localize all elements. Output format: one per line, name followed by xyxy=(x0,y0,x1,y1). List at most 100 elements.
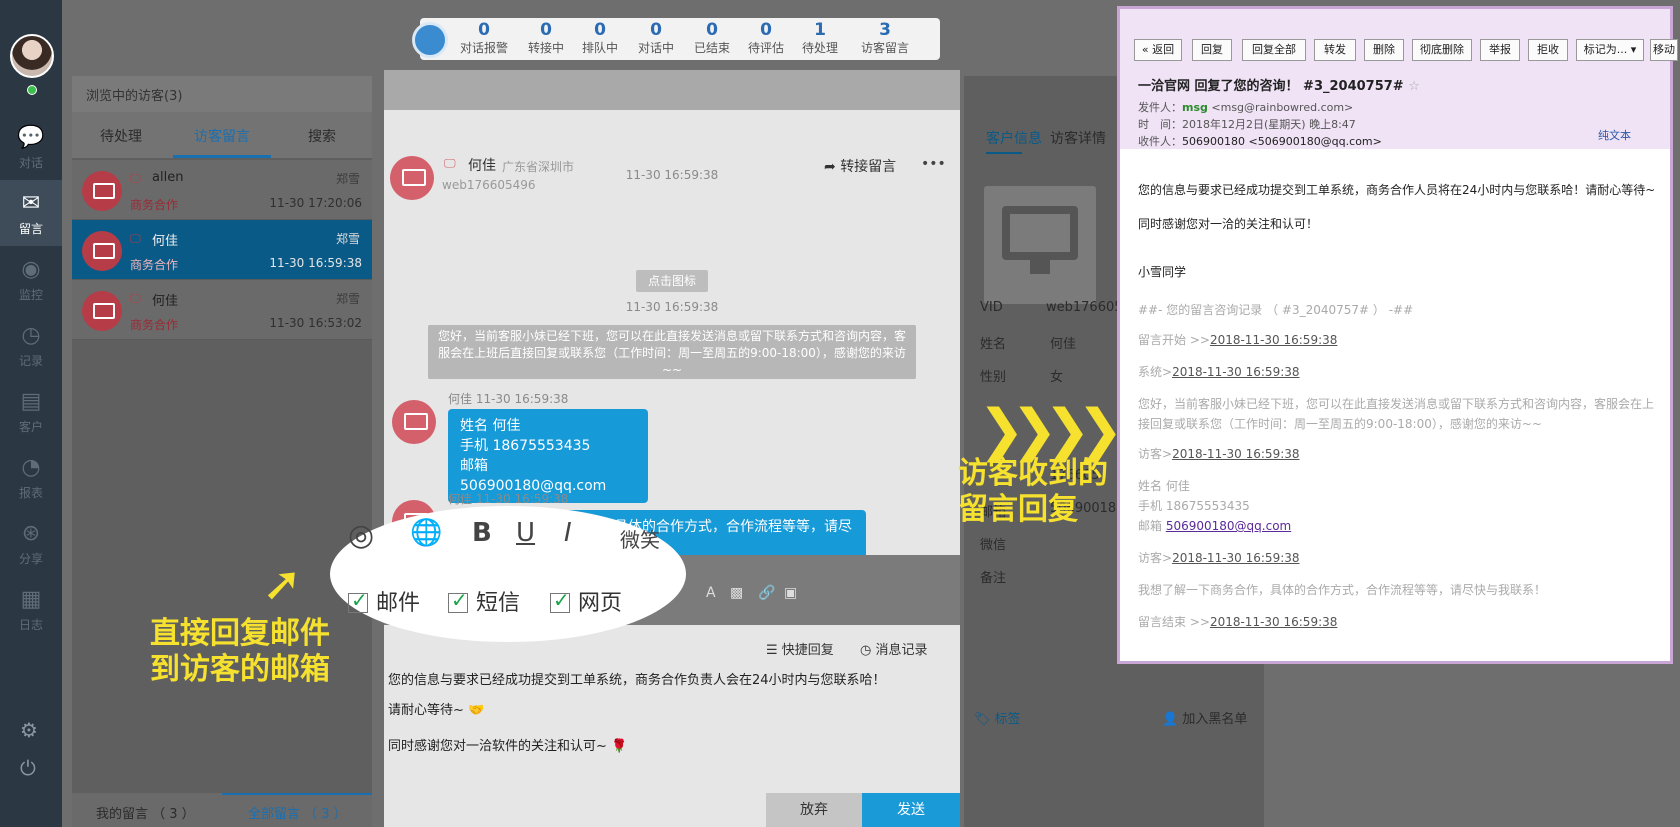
visitor-list-header: 浏览中的访客(3) xyxy=(72,76,372,112)
back-button[interactable]: « 返回 xyxy=(1134,39,1182,61)
stat-queued[interactable]: 0 排队中 xyxy=(572,20,628,56)
rose-icon: 🌹 xyxy=(611,739,628,754)
option-web-checkbox[interactable]: 网页 xyxy=(550,585,622,617)
stat-to-evaluate[interactable]: 0 待评估 xyxy=(738,20,794,56)
status-summary-bar: 0 对话报警 0 转接中 0 排队中 0 对话中 0 已结束 0 待评估 1 待处理 3 访客留… xyxy=(412,18,940,60)
monitor-icon: 🖵 xyxy=(130,172,141,185)
star-icon[interactable]: ☆ xyxy=(1408,79,1420,94)
email-body-line: 同时感谢您对一洽的关注和认可！ xyxy=(1138,217,1319,231)
record-visitor: 访客>2018-11-30 16:59:38 xyxy=(1138,447,1300,461)
record-email-link[interactable]: 506900180@qq.com xyxy=(1166,519,1291,533)
nav-item-reports[interactable]: ◔ 报表 xyxy=(0,444,62,510)
visitor-list-panel: 浏览中的访客(3) 待处理 访客留言 搜索 🖵 allen 郑雪 商务合作 11… xyxy=(72,76,372,826)
stat-in-chat[interactable]: 0 对话中 xyxy=(628,20,684,56)
globe-icon[interactable]: 🌐 xyxy=(410,518,442,548)
visitor-row[interactable]: 🖵 allen 郑雪 商务合作 11-30 17:20:06 xyxy=(72,160,372,220)
image-icon[interactable]: ▣ xyxy=(784,585,797,601)
nav-item-messages[interactable]: ✉ 留言 xyxy=(0,180,62,246)
visitor-row-selected[interactable]: 🖵 何佳 郑雪 商务合作 11-30 16:59:38 xyxy=(72,220,372,280)
option-email-checkbox[interactable]: 邮件 xyxy=(348,585,420,617)
permanent-delete-button[interactable]: 彻底删除 xyxy=(1412,39,1472,61)
chat-timestamp: 11-30 16:59:38 xyxy=(625,168,719,182)
visitor-row[interactable]: 🖵 何佳 郑雪 商务合作 11-30 16:53:02 xyxy=(72,280,372,340)
record-system-msg: 您好，当前客服小妹已经下班，您可以在此直接发送消息或留下联系方式和咨询内容，客服… xyxy=(1138,397,1655,411)
tab-visitor-detail[interactable]: 访客详情 xyxy=(1050,128,1106,148)
stat-ended[interactable]: 0 已结束 xyxy=(684,20,740,56)
email-to: 收件人：506900180 <506900180@qq.com> xyxy=(1138,135,1382,148)
reject-button[interactable]: 拒收 xyxy=(1528,39,1568,61)
reply-compose-area[interactable]: ☰ 快捷回复 ◷ 消息记录 您的信息与要求已经成功提交到工单系统，商务合作负责人… xyxy=(384,625,960,810)
compose-line: 同时感谢您对一洽软件的关注和认可~ 🌹 xyxy=(388,739,628,754)
send-button[interactable]: 发送 xyxy=(862,793,960,827)
visitor-avatar-icon xyxy=(82,231,122,271)
visitor-message-contact: 姓名 何佳 手机 18675553435 邮箱 506900180@qq.com xyxy=(448,409,648,503)
tag-button[interactable]: 🏷 标签 xyxy=(974,708,1021,727)
pie-chart-icon: ◔ xyxy=(21,455,41,480)
power-icon[interactable]: ⏻ xyxy=(20,756,36,780)
my-messages-tab[interactable]: 我的留言 （ 3 ） xyxy=(96,803,195,822)
visitor-tabs: 待处理 访客留言 搜索 xyxy=(72,112,372,158)
tab-visitor-messages[interactable]: 访客留言 xyxy=(194,126,250,146)
clipboard-icon: ▦ xyxy=(20,587,42,612)
report-button[interactable]: 举报 xyxy=(1480,39,1520,61)
delete-button[interactable]: 删除 xyxy=(1364,39,1404,61)
click-icon-system-tag[interactable]: 点击图标 xyxy=(636,270,708,292)
tab-pending[interactable]: 待处理 xyxy=(100,126,142,146)
move-button[interactable]: 移动 xyxy=(1650,39,1678,61)
checkbox-checked-icon xyxy=(348,588,368,613)
plain-text-link[interactable]: 纯文本 xyxy=(1598,127,1631,143)
stat-visitor-messages[interactable]: 3 访客留言 xyxy=(850,20,920,56)
tab-customer-info[interactable]: 客户信息 xyxy=(986,128,1042,148)
user-avatar[interactable] xyxy=(10,34,54,78)
visitor-avatar-icon xyxy=(82,291,122,331)
settings-gear-icon[interactable]: ⚙ xyxy=(20,718,38,742)
nav-item-customers[interactable]: ▤ 客户 xyxy=(0,378,62,444)
message-meta: 何佳 11-30 16:59:38 xyxy=(448,392,569,406)
give-up-button[interactable]: 放弃 xyxy=(766,793,862,827)
quick-reply-button[interactable]: ☰ 快捷回复 xyxy=(766,639,834,658)
reply-button[interactable]: 回复 xyxy=(1192,39,1232,61)
record-system-msg: 接回复或联系您（工作时间：周一至周五的9:00-18:00），感谢您的来访~~ xyxy=(1138,417,1542,431)
message-meta: 何佳 11-30 16:59:38 xyxy=(448,492,569,506)
system-away-message: 您好，当前客服小妹已经下班，您可以在此直接发送消息或留下联系方式和咨询内容，客服… xyxy=(428,325,916,379)
option-sms-checkbox[interactable]: 短信 xyxy=(448,585,520,617)
visitor-avatar-icon xyxy=(82,171,122,211)
record-email: 邮箱 506900180@qq.com xyxy=(1138,519,1292,533)
email-body-line: 您的信息与要求已经成功提交到工单系统，商务合作人员将在24小时内与您联系哈！请耐… xyxy=(1138,183,1656,197)
checkbox-checked-icon xyxy=(448,588,468,613)
stat-pending[interactable]: 1 待处理 xyxy=(792,20,848,56)
stat-alerts[interactable]: 0 对话报警 xyxy=(456,20,512,56)
bold-icon[interactable]: B xyxy=(472,518,492,548)
pattern-icon[interactable]: ▩ xyxy=(730,585,743,601)
nav-item-chat[interactable]: 💬 对话 xyxy=(0,114,62,180)
tab-search[interactable]: 搜索 xyxy=(308,126,336,146)
nav-item-share[interactable]: ⊛ 分享 xyxy=(0,510,62,576)
italic-icon[interactable]: I xyxy=(564,518,572,548)
font-color-icon[interactable]: A xyxy=(706,585,716,601)
record-phone: 手机 18675553435 xyxy=(1138,499,1250,513)
reply-all-button[interactable]: 回复全部 xyxy=(1242,39,1306,61)
emoji-icon[interactable]: ◎ xyxy=(348,518,374,553)
add-blacklist-button[interactable]: 👤 加入黑名单 xyxy=(1162,708,1247,727)
forward-button[interactable]: 转发 xyxy=(1314,39,1356,61)
nav-item-records[interactable]: ◷ 记录 xyxy=(0,312,62,378)
gender-value[interactable]: 女 xyxy=(1050,366,1063,385)
curved-arrow-icon: ➚ xyxy=(262,556,303,612)
link-icon[interactable]: 🔗 xyxy=(758,585,775,601)
active-tab-indicator xyxy=(173,155,271,158)
monitor-icon xyxy=(1002,206,1078,260)
mark-as-dropdown[interactable]: 标记为... ▾ xyxy=(1576,39,1644,61)
chat-top-bar xyxy=(384,70,960,110)
stat-transferring[interactable]: 0 转接中 xyxy=(518,20,574,56)
name-value[interactable]: 何佳 xyxy=(1050,333,1076,352)
chat-timestamp: 11-30 16:59:38 xyxy=(625,300,719,314)
record-end: 留言结束 >>2018-11-30 16:59:38 xyxy=(1138,615,1338,629)
annotation-right: 访客收到的 留言回复 xyxy=(958,456,1108,527)
underline-icon[interactable]: U xyxy=(516,518,535,548)
all-messages-tab[interactable]: 全部留言 （ 3 ） xyxy=(248,803,347,822)
nav-item-monitor[interactable]: ◉ 监控 xyxy=(0,246,62,312)
record-name: 姓名 何佳 xyxy=(1138,479,1190,493)
nav-item-logs[interactable]: ▦ 日志 xyxy=(0,576,62,642)
message-record-button[interactable]: ◷ 消息记录 xyxy=(860,639,928,658)
record-system: 系统>2018-11-30 16:59:38 xyxy=(1138,365,1300,379)
